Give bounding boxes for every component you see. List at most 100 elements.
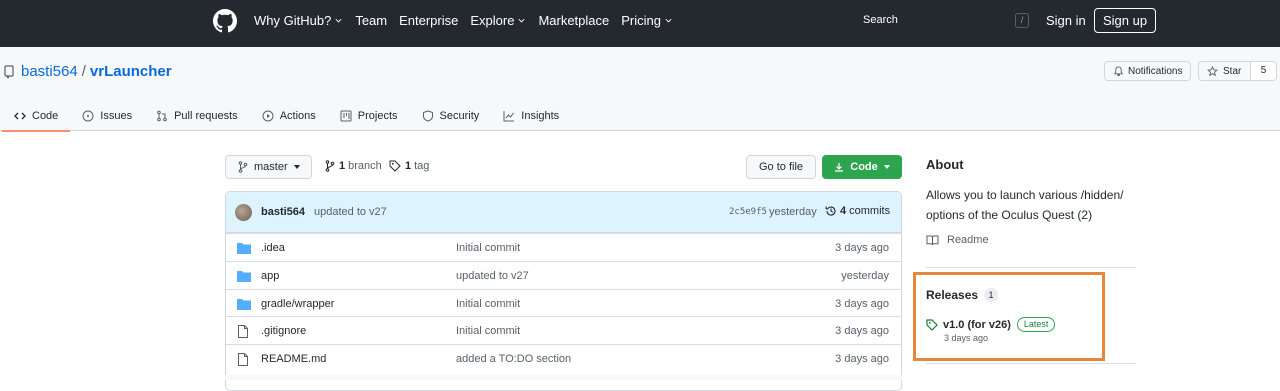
go-to-file-button[interactable]: Go to file [746,155,816,179]
play-icon [262,110,274,121]
search-input[interactable]: Search / [853,8,1033,33]
file-name-link[interactable]: README.md [261,353,326,365]
file-row[interactable]: app updated to v27 yesterday [226,260,901,289]
github-logo-icon[interactable] [213,9,237,33]
commit-message-link[interactable]: updated to v27 [314,206,387,218]
nav-label: Team [355,13,388,28]
file-icon [237,325,249,339]
file-age: 3 days ago [835,353,889,365]
releases-highlight-box [913,272,1105,361]
tab-projects[interactable]: Projects [328,100,410,131]
nav-pricing[interactable]: Pricing [621,13,673,28]
commit-hash-link[interactable]: 2c5e9f5 [729,207,767,217]
issue-icon [82,110,94,121]
bell-icon [1113,65,1124,76]
branch-select[interactable]: master [225,155,312,179]
pull-request-icon [157,110,167,121]
readme-label: Readme [947,234,989,246]
tab-label: Pull requests [174,109,238,122]
history-icon [825,206,836,216]
nav-enterprise[interactable]: Enterprise [399,13,458,28]
global-header: Why GitHub? Team Enterprise Explore Mark… [0,0,1280,47]
graph-icon [503,110,515,121]
chevron-down-icon [518,18,525,23]
file-commit-message[interactable]: Initial commit [456,242,520,254]
download-icon [835,163,844,172]
folder-icon [237,242,251,254]
star-icon [1207,65,1218,76]
tab-pull-requests[interactable]: Pull requests [144,100,250,131]
notifications-button[interactable]: Notifications [1104,61,1191,81]
commit-count: 4 [840,205,847,217]
repo-owner-link[interactable]: basti564 [21,63,78,80]
file-row[interactable]: README.md added a TO:DO section 3 days a… [226,344,901,372]
project-icon [340,110,352,121]
tag-count: 1 [405,160,412,172]
file-commit-message[interactable]: updated to v27 [456,270,529,282]
file-name-link[interactable]: .idea [261,242,285,254]
nav-label: Marketplace [538,13,610,28]
sidebar-divider [926,267,1136,268]
file-commit-message[interactable]: Initial commit [456,298,520,310]
tab-code[interactable]: Code [0,100,71,132]
file-commit-message[interactable]: added a TO:DO section [456,353,571,365]
file-name-link[interactable]: .gitignore [261,325,306,337]
tag-label: tag [414,160,430,172]
tab-insights[interactable]: Insights [491,100,571,131]
star-count[interactable]: 5 [1250,61,1277,81]
file-age: 3 days ago [835,242,889,254]
tab-label: Insights [521,109,560,122]
code-button[interactable]: Code [822,155,902,179]
commit-label: commits [849,205,891,217]
sign-in-link[interactable]: Sign in [1046,13,1086,28]
tab-label: Issues [100,109,133,122]
nav-team[interactable]: Team [355,13,387,28]
avatar[interactable] [235,204,252,221]
book-icon [926,235,939,245]
readme-link[interactable]: Readme [926,234,989,246]
tab-actions[interactable]: Actions [250,100,328,131]
file-name-link[interactable]: gradle/wrapper [261,298,334,310]
file-row[interactable]: .idea Initial commit 3 days ago [226,233,901,261]
tab-security[interactable]: Security [410,100,492,131]
commit-author-link[interactable]: basti564 [261,206,305,218]
code-icon [14,112,26,119]
git-branch-icon [238,161,248,173]
repo-tabs: Code Issues Pull requests Actions Projec… [0,100,571,132]
file-commit-message[interactable]: Initial commit [456,325,520,337]
file-age: 3 days ago [835,297,889,310]
primary-nav: Why GitHub? Team Enterprise Explore Mark… [254,0,685,41]
branches-link[interactable]: 1 branch [325,160,382,172]
search-placeholder: Search [863,14,898,26]
nav-why-github[interactable]: Why GitHub? [254,13,343,28]
caret-down-icon [883,165,890,169]
tags-link[interactable]: 1 tag [389,160,429,172]
tab-issues[interactable]: Issues [70,100,144,131]
repo-title: basti564 / vrLauncher [4,63,172,80]
repo-name-link[interactable]: vrLauncher [90,63,172,80]
tag-icon [389,160,401,172]
file-age: 3 days ago [835,325,889,338]
file-browser: basti564 updated to v27 2c5e9f5 yesterda… [225,191,902,391]
notifications-label: Notifications [1128,65,1183,77]
chevron-down-icon [665,18,672,23]
chevron-down-icon [335,18,342,23]
branch-name: master [254,161,288,173]
file-row[interactable]: .gitignore Initial commit 3 days ago [226,316,901,344]
tab-label: Security [439,109,480,122]
repo-icon [4,64,14,79]
nav-label: Why GitHub? [254,13,332,28]
git-branch-icon [325,160,335,172]
file-name-link[interactable]: app [261,270,279,282]
commit-history-link[interactable]: 4 commits [825,205,890,217]
nav-explore[interactable]: Explore [470,13,526,28]
star-button[interactable]: Star [1198,61,1251,81]
nav-label: Explore [470,13,515,28]
branch-label: branch [348,160,382,172]
file-row[interactable]: gradle/wrapper Initial commit 3 days ago [226,288,901,317]
nav-label: Pricing [621,13,661,28]
nav-marketplace[interactable]: Marketplace [538,13,609,28]
about-description: Allows you to launch various /hidden/ op… [926,188,1124,222]
tab-label: Code [32,109,59,122]
sign-up-button[interactable]: Sign up [1094,8,1157,33]
